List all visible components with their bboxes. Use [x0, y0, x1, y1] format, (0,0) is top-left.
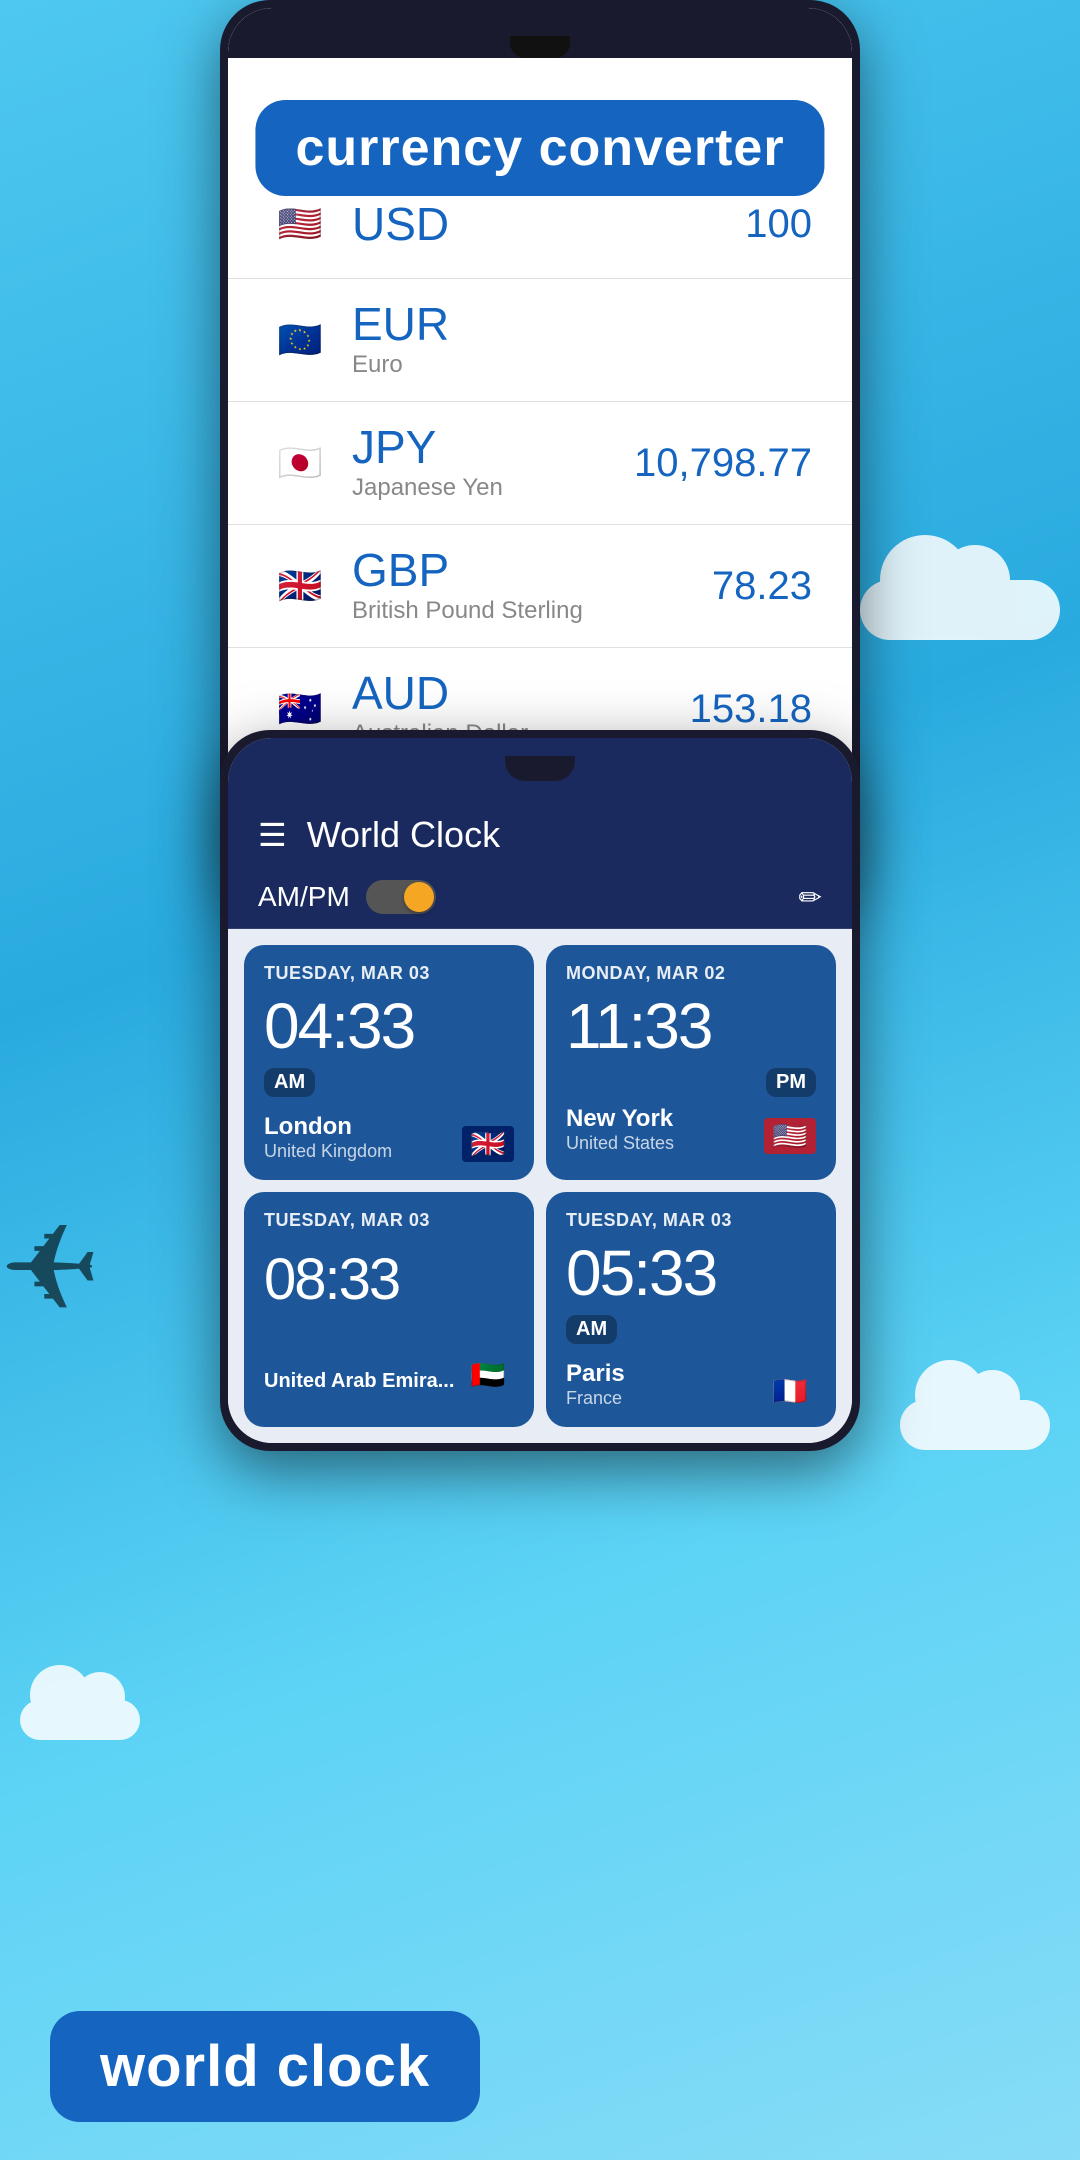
- london-country: United Kingdom: [264, 1141, 392, 1162]
- ampm-bar: AM/PM ✏: [228, 866, 852, 929]
- paris-time: 05:33: [566, 1241, 816, 1305]
- flag-gbp: 🇬🇧: [268, 554, 332, 618]
- currency-info-jpy: JPY Japanese Yen: [352, 424, 634, 502]
- clock-card-uae[interactable]: TUESDAY, MAR 03 08:33 United Arab Emira.…: [244, 1192, 534, 1427]
- notch-bar: [228, 738, 852, 798]
- flag-usd: 🇺🇸: [268, 192, 332, 256]
- currency-code-jpy: JPY: [352, 424, 634, 470]
- london-ampm-badge: AM: [264, 1068, 315, 1097]
- toggle-knob: [404, 882, 434, 912]
- currency-info-eur: EUR Euro: [352, 301, 812, 379]
- clock-grid: TUESDAY, MAR 03 04:33 AM London United K…: [228, 929, 852, 1443]
- clock-card-paris[interactable]: TUESDAY, MAR 03 05:33 AM Paris France: [546, 1192, 836, 1427]
- currency-info-gbp: GBP British Pound Sterling: [352, 547, 712, 625]
- airplane-decoration: ✈: [0, 1200, 101, 1339]
- currency-converter-label: currency converter: [255, 100, 824, 196]
- currency-value-jpy: 10,798.77: [634, 441, 812, 486]
- currency-name-jpy: Japanese Yen: [352, 474, 634, 502]
- uae-bottom: United Arab Emira...: [264, 1357, 514, 1393]
- paris-city-info: Paris France: [566, 1360, 625, 1409]
- world-clock-screen: ☰ World Clock AM/PM ✏ TUESDAY, MAR 03 04…: [228, 738, 852, 1443]
- newyork-country: United States: [566, 1133, 674, 1154]
- currency-converter-title: currency converter: [295, 119, 784, 177]
- currency-name-eur: Euro: [352, 351, 812, 379]
- currency-name-gbp: British Pound Sterling: [352, 597, 712, 625]
- world-clock-label-text: world clock: [100, 2034, 430, 2099]
- london-flag: [462, 1126, 514, 1162]
- ampm-label: AM/PM: [258, 881, 350, 913]
- newyork-bottom: New York United States: [566, 1105, 816, 1154]
- menu-icon[interactable]: ☰: [258, 816, 287, 854]
- world-clock-header: ☰ World Clock: [228, 798, 852, 866]
- currency-value-usd: 100: [745, 202, 812, 247]
- newyork-date: MONDAY, MAR 02: [566, 963, 816, 984]
- uae-flag: [462, 1357, 514, 1393]
- cloud-decoration-1: [860, 580, 1060, 640]
- paris-country: France: [566, 1388, 625, 1409]
- flag-jpy: 🇯🇵: [268, 431, 332, 495]
- cloud-decoration-2: [900, 1400, 1050, 1450]
- newyork-flag: [764, 1118, 816, 1154]
- newyork-city: New York: [566, 1105, 674, 1133]
- world-clock-label: world clock: [50, 2011, 480, 2122]
- paris-ampm-badge: AM: [566, 1315, 617, 1344]
- currency-value-aud: 153.18: [690, 687, 812, 732]
- london-date: TUESDAY, MAR 03: [264, 963, 514, 984]
- newyork-city-info: New York United States: [566, 1105, 674, 1154]
- currency-info-usd: USD: [352, 201, 745, 247]
- uae-time: 08:33: [264, 1251, 514, 1309]
- currency-code-eur: EUR: [352, 301, 812, 347]
- ampm-left: AM/PM: [258, 880, 436, 914]
- currency-item-gbp[interactable]: 🇬🇧 GBP British Pound Sterling 78.23: [228, 525, 852, 648]
- london-bottom: London United Kingdom: [264, 1113, 514, 1162]
- london-city-info: London United Kingdom: [264, 1113, 392, 1162]
- newyork-ampm-badge: PM: [766, 1068, 816, 1097]
- flag-eur: 🇪🇺: [268, 308, 332, 372]
- currency-item-eur[interactable]: 🇪🇺 EUR Euro: [228, 279, 852, 402]
- world-clock-phone: ☰ World Clock AM/PM ✏ TUESDAY, MAR 03 04…: [220, 730, 860, 1451]
- edit-icon[interactable]: ✏: [799, 881, 822, 914]
- newyork-time: 11:33: [566, 994, 816, 1058]
- uae-date: TUESDAY, MAR 03: [264, 1210, 514, 1231]
- paris-bottom: Paris France: [566, 1360, 816, 1409]
- uae-city-info: United Arab Emira...: [264, 1370, 454, 1393]
- paris-date: TUESDAY, MAR 03: [566, 1210, 816, 1231]
- london-time: 04:33: [264, 994, 514, 1058]
- uae-city: United Arab Emira...: [264, 1370, 454, 1393]
- paris-city: Paris: [566, 1360, 625, 1388]
- notch: [505, 756, 575, 781]
- world-clock-title: World Clock: [307, 814, 500, 856]
- cloud-decoration-3: [20, 1700, 140, 1740]
- currency-code-usd: USD: [352, 201, 745, 247]
- clock-card-newyork[interactable]: MONDAY, MAR 02 11:33 PM New York United …: [546, 945, 836, 1180]
- currency-value-gbp: 78.23: [712, 564, 812, 609]
- ampm-toggle[interactable]: [366, 880, 436, 914]
- currency-code-aud: AUD: [352, 670, 690, 716]
- clock-card-london[interactable]: TUESDAY, MAR 03 04:33 AM London United K…: [244, 945, 534, 1180]
- london-city: London: [264, 1113, 392, 1141]
- currency-code-gbp: GBP: [352, 547, 712, 593]
- currency-item-jpy[interactable]: 🇯🇵 JPY Japanese Yen 10,798.77: [228, 402, 852, 525]
- paris-flag: [764, 1373, 816, 1409]
